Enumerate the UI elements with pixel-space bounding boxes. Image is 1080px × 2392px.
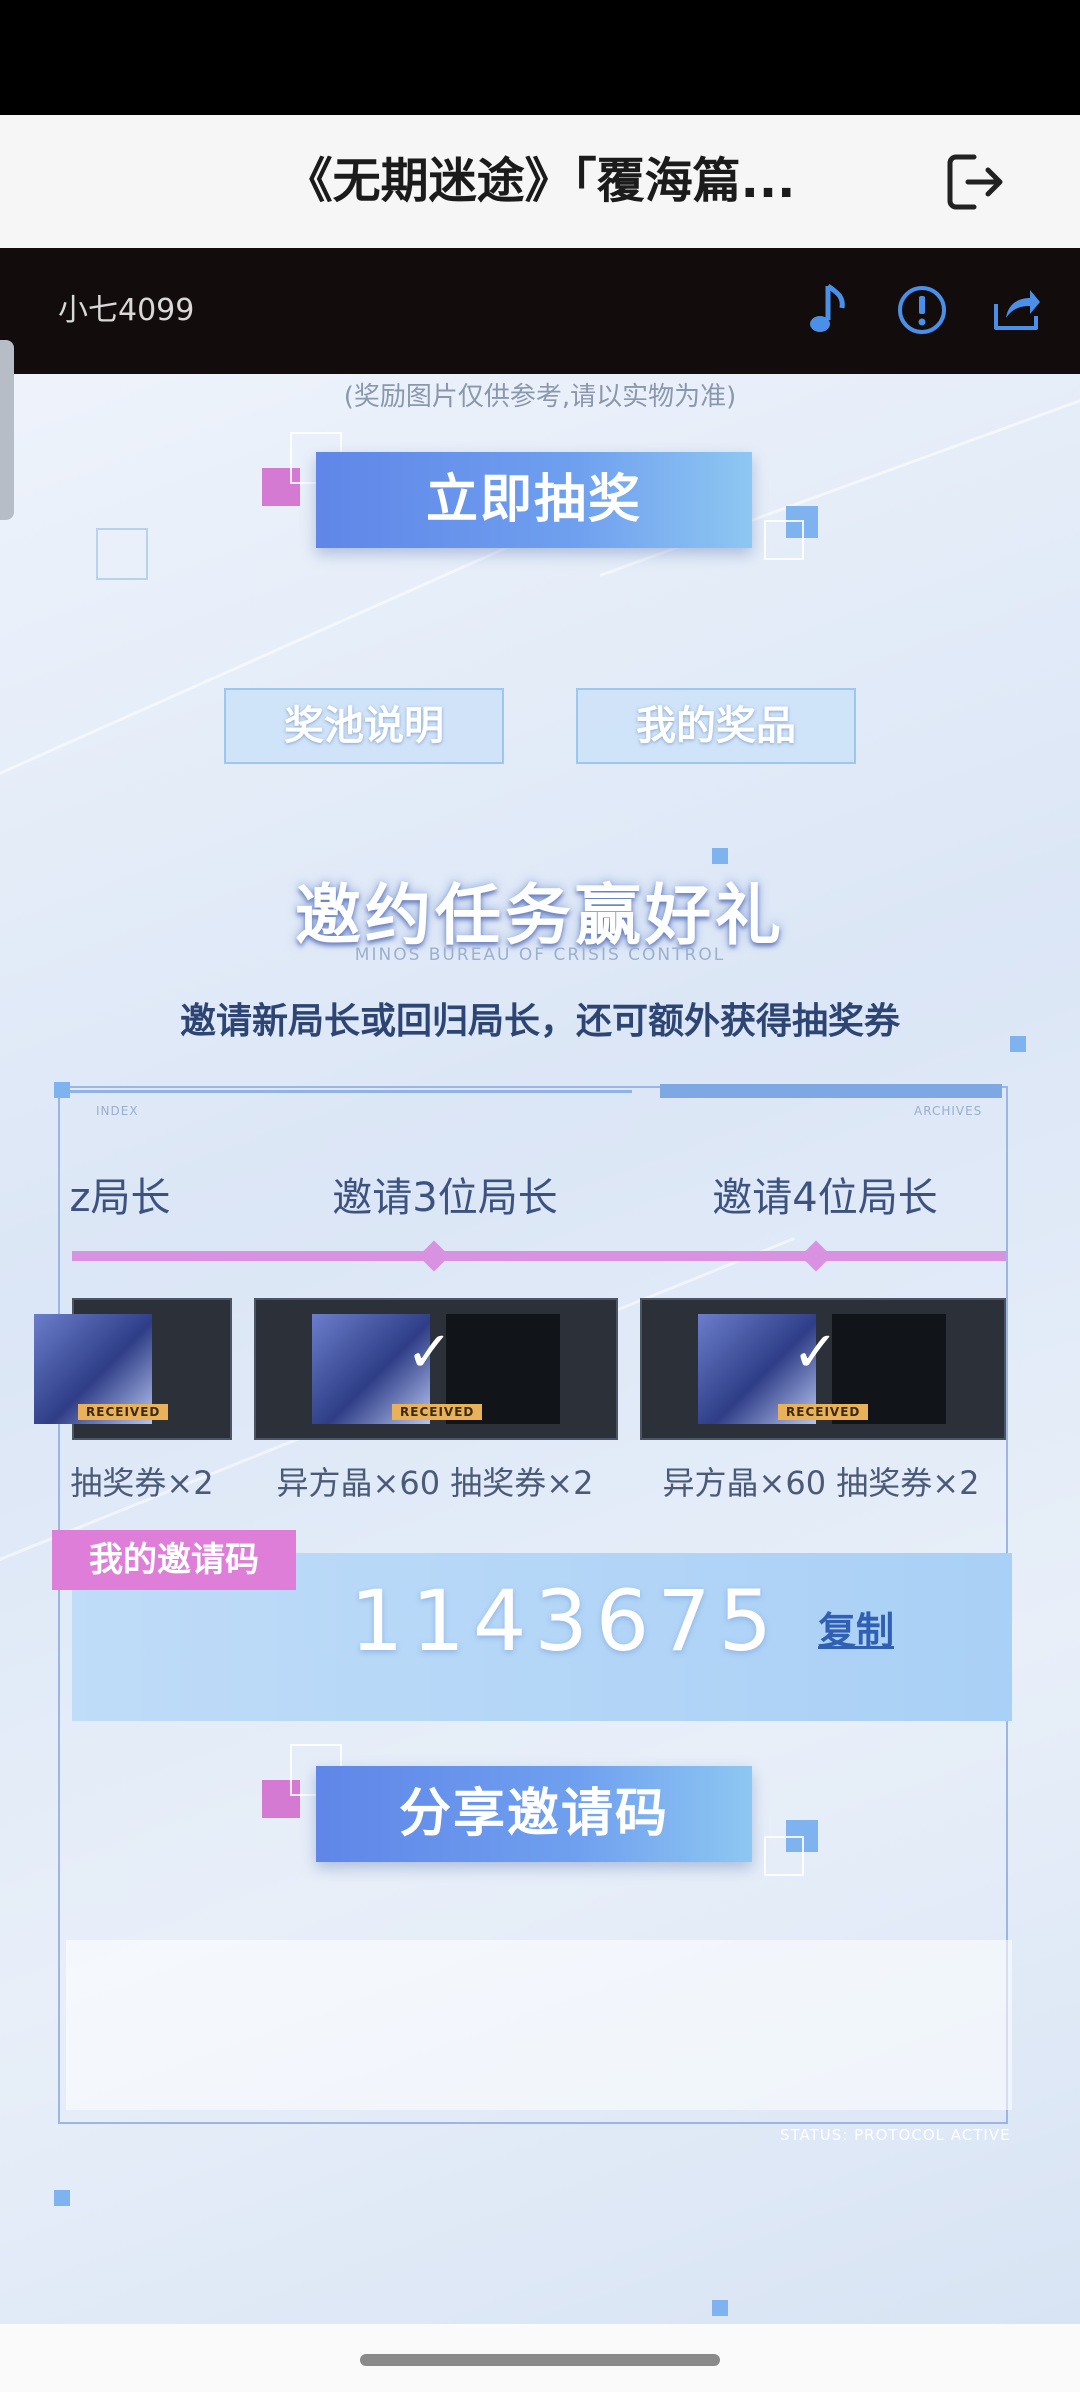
invite-code-tag: 我的邀请码 — [52, 1530, 296, 1590]
received-badge: RECEIVED — [78, 1404, 169, 1420]
side-handle[interactable] — [0, 340, 14, 520]
panel-tag-archives: ARCHIVES — [914, 1104, 983, 1118]
home-indicator[interactable] — [360, 2354, 720, 2366]
decor-square — [54, 1082, 70, 1098]
check-icon: ✓ — [792, 1320, 839, 1385]
my-prizes-button[interactable]: 我的奖品 — [576, 688, 856, 764]
decor-square — [54, 2190, 70, 2206]
decor-square — [96, 528, 148, 580]
received-badge: RECEIVED — [392, 1404, 483, 1420]
username: 小七4099 — [58, 293, 195, 328]
status-bar — [0, 0, 1080, 115]
section-subtitle: MINOS BUREAU OF CRISIS CONTROL — [354, 945, 726, 965]
prize-note: (奖励图片仅供参考,请以实物为准) — [343, 382, 737, 412]
share-code-button[interactable]: 分享邀请码 — [316, 1766, 752, 1862]
check-icon: ✓ — [406, 1320, 453, 1385]
decor-square — [1010, 1036, 1026, 1052]
panel-footer — [66, 1940, 1012, 2110]
decor-square — [764, 520, 804, 560]
reward-card: ✓ RECEIVED — [254, 1298, 618, 1440]
copy-link[interactable]: 复制 — [818, 1600, 894, 1655]
panel-decor-bar — [660, 1084, 1002, 1098]
share-icon[interactable] — [986, 280, 1046, 340]
music-icon[interactable] — [800, 280, 860, 340]
page-title: 《无期迷途》「覆海篇... — [284, 153, 796, 209]
section-description: 邀请新局长或回归局长，还可额外获得抽奖券 — [179, 1000, 900, 1042]
draw-button[interactable]: 立即抽奖 — [316, 452, 752, 548]
pool-info-button[interactable]: 奖池说明 — [224, 688, 504, 764]
tier-label: 邀请3位局长 — [332, 1175, 558, 1221]
reward-card: RECEIVED — [34, 1298, 232, 1440]
invite-code: 1143675 — [350, 1572, 781, 1670]
reward-text: 抽奖券×2 — [70, 1464, 214, 1502]
exit-icon[interactable] — [940, 147, 1010, 217]
panel-tag-index: INDEX — [96, 1104, 139, 1118]
section-title: 邀约任务赢好礼 — [295, 877, 785, 954]
tier-label: 邀请4位局长 — [712, 1175, 938, 1221]
reward-text: 异方晶×60 抽奖券×2 — [276, 1464, 594, 1502]
tier-label: z局长 — [69, 1175, 171, 1221]
status-footer: STATUS: PROTOCOL ACTIVE — [780, 2126, 1011, 2144]
alert-icon[interactable] — [892, 280, 952, 340]
reward-text: 异方晶×60 抽奖券×2 — [662, 1464, 980, 1502]
received-badge: RECEIVED — [778, 1404, 869, 1420]
progress-line — [72, 1251, 1006, 1261]
decor-square — [764, 1836, 804, 1876]
panel-decor-bar — [58, 1090, 632, 1093]
decor-square — [712, 2300, 728, 2316]
reward-card: ✓ RECEIVED — [640, 1298, 1006, 1440]
